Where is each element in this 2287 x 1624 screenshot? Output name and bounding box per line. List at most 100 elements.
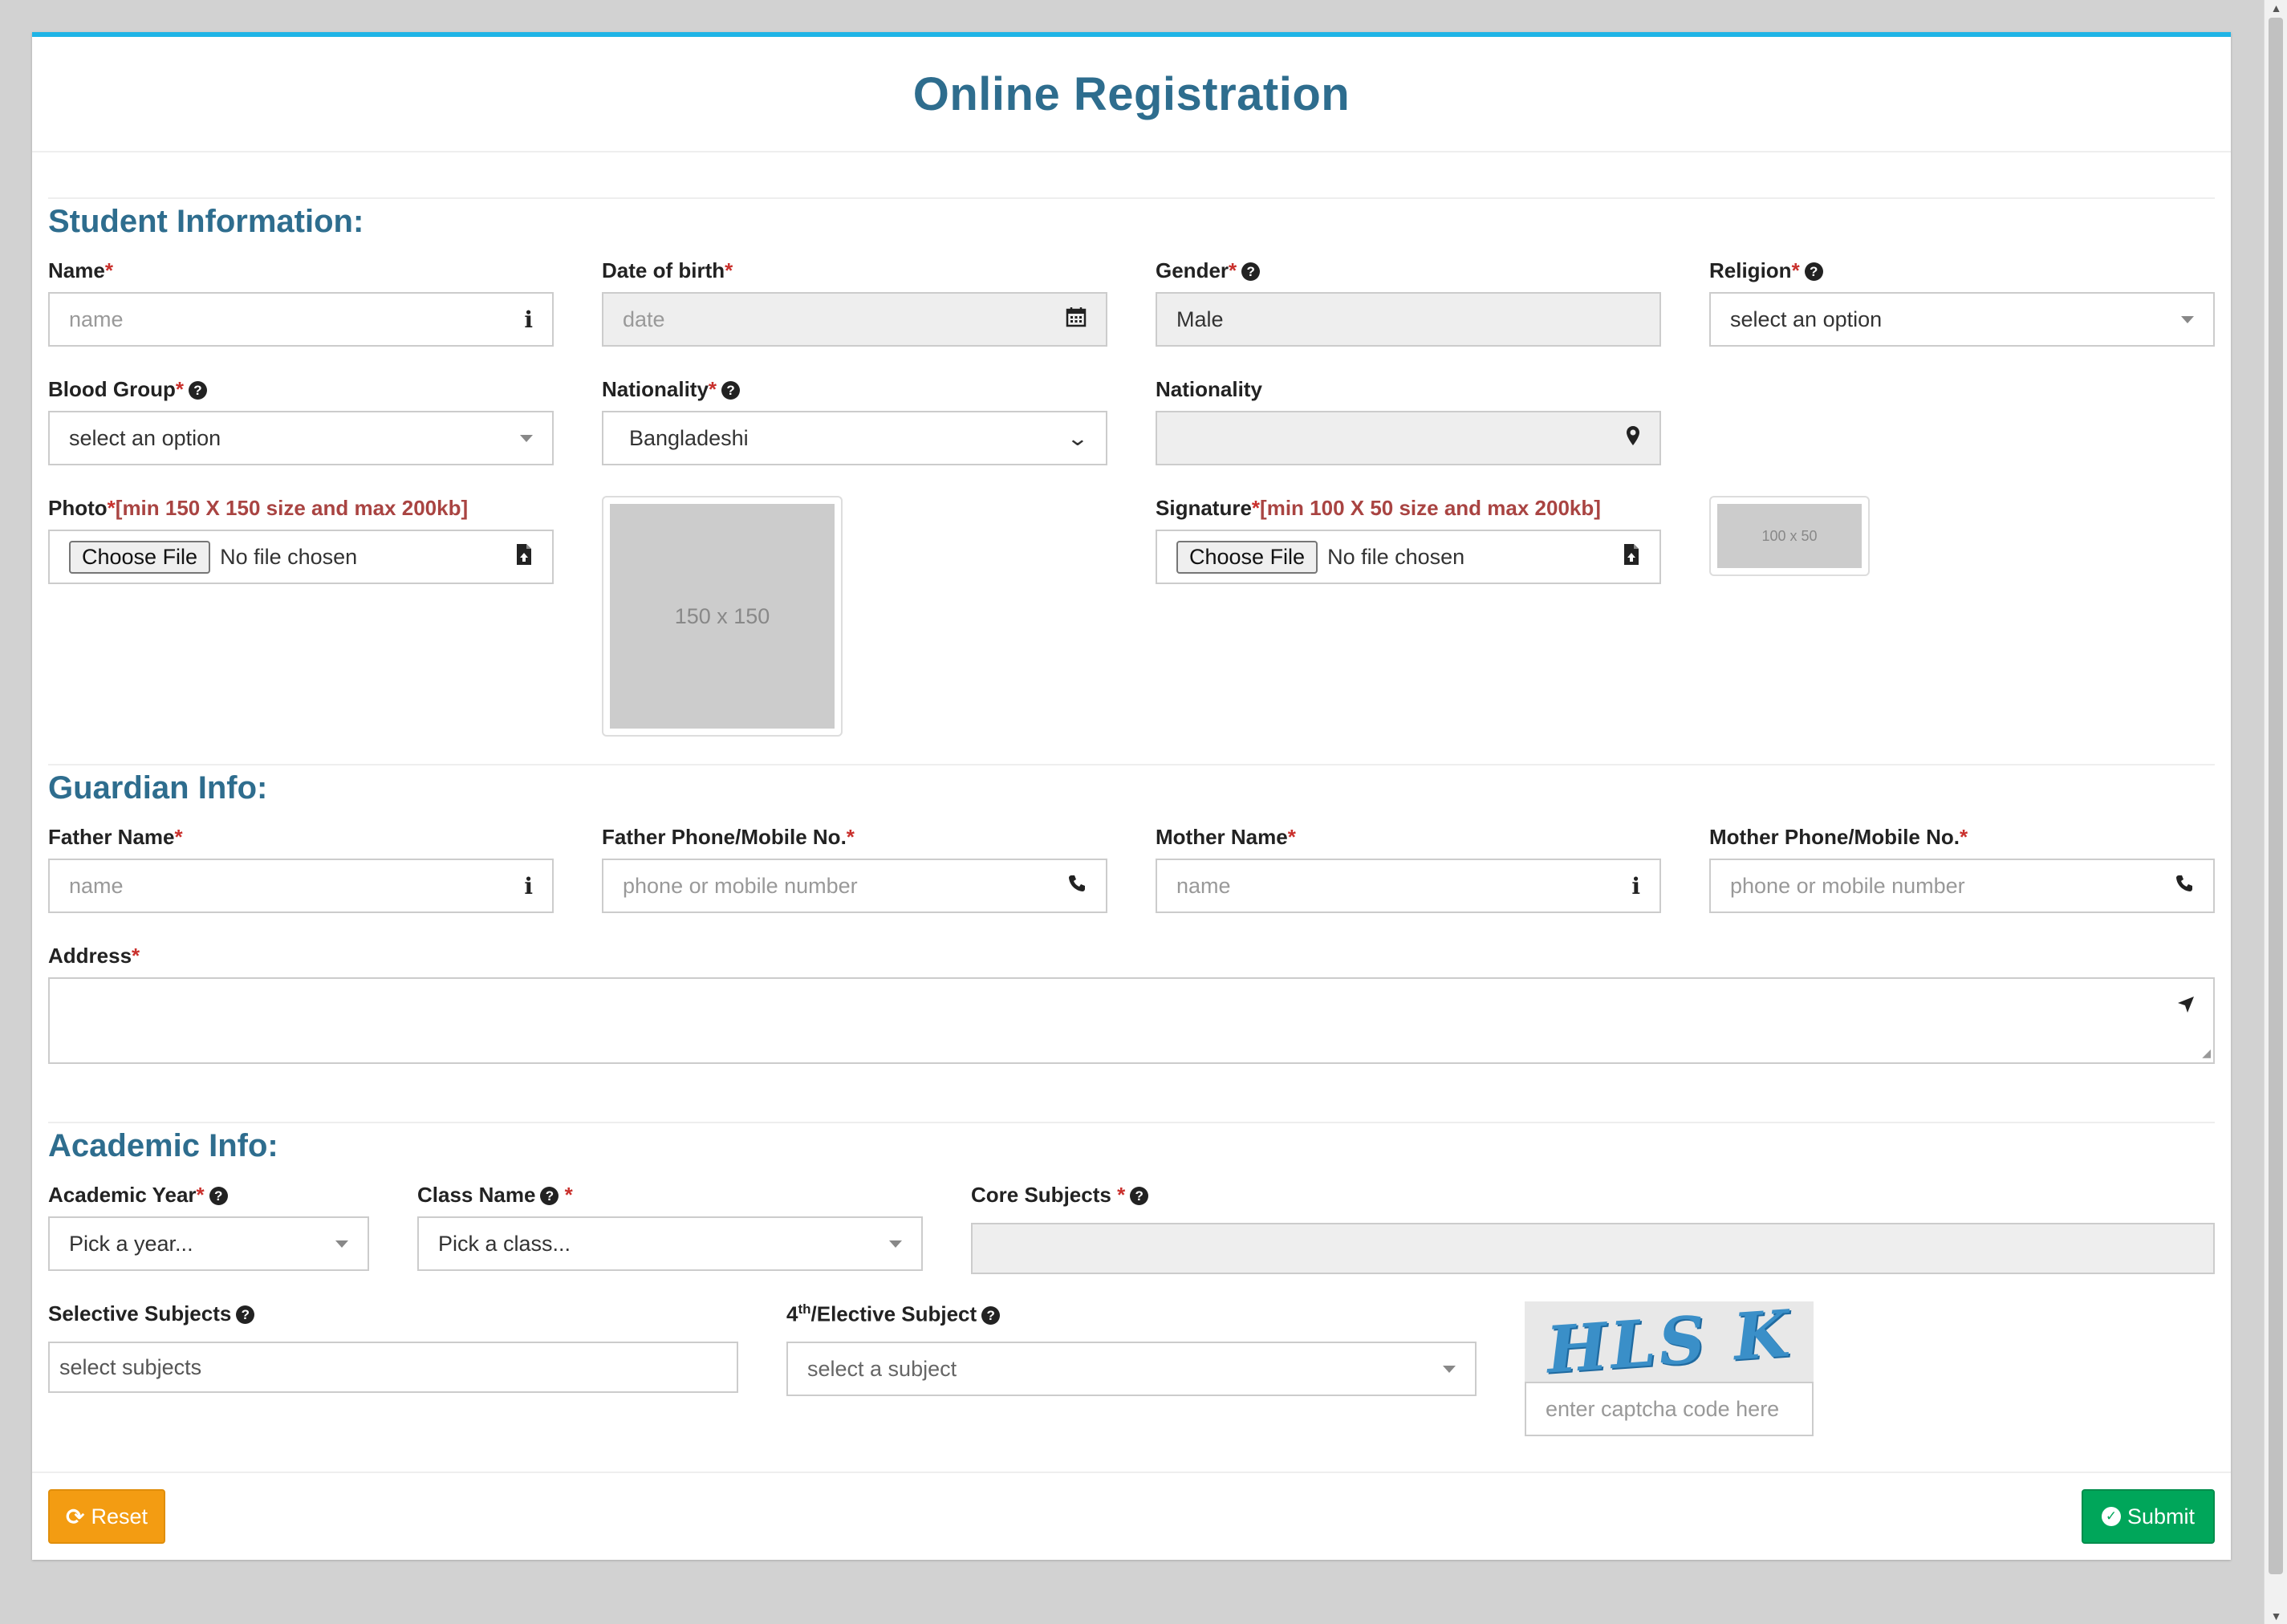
class-name-select[interactable]: Pick a class...: [417, 1216, 923, 1271]
no-file-text: No file chosen: [220, 544, 358, 569]
page-scrollbar[interactable]: ▲ ▼: [2264, 0, 2287, 1624]
info-icon: i: [524, 872, 533, 899]
question-circle-icon[interactable]: ?: [1130, 1187, 1149, 1205]
gender-select[interactable]: Male: [1156, 292, 1661, 347]
phone-icon: [2175, 873, 2194, 899]
question-circle-icon[interactable]: ?: [981, 1305, 1001, 1325]
reset-button[interactable]: ⟳ Reset: [48, 1489, 165, 1544]
no-file-text: No file chosen: [1327, 544, 1465, 569]
photo-file-input[interactable]: Choose File No file chosen: [48, 530, 554, 584]
class-name-label: Class Name? *: [417, 1183, 573, 1207]
registration-panel: Online Registration Student Information:…: [32, 32, 2231, 1560]
captcha-image: HLS K: [1525, 1295, 1814, 1388]
footer-divider: [32, 1472, 2231, 1473]
selective-subjects-input[interactable]: select subjects: [48, 1342, 738, 1393]
phone-icon: [1067, 873, 1087, 899]
scroll-up-icon[interactable]: ▲: [2265, 0, 2287, 16]
scroll-down-icon[interactable]: ▼: [2265, 1608, 2287, 1624]
dropdown-caret-icon: [520, 434, 533, 442]
name-label: Name*: [48, 258, 113, 282]
location-arrow-icon: [2176, 995, 2196, 1020]
academic-year-value: Pick a year...: [69, 1231, 193, 1256]
mother-phone-label: Mother Phone/Mobile No.*: [1709, 825, 1968, 849]
captcha-input[interactable]: enter captcha code here: [1525, 1382, 1814, 1436]
check-circle-icon: ✓: [2101, 1507, 2121, 1526]
mother-name-placeholder: name: [1176, 873, 1231, 898]
submit-label: Submit: [2127, 1504, 2196, 1529]
photo-placeholder-text: 150 x 150: [610, 504, 835, 729]
signature-file-input[interactable]: Choose File No file chosen: [1156, 530, 1661, 584]
mother-name-input[interactable]: name i: [1156, 859, 1661, 913]
resize-handle-icon[interactable]: ◢: [2202, 1046, 2211, 1060]
page-title: Online Registration: [912, 67, 1351, 120]
chevron-down-icon: ⌄: [1066, 425, 1090, 450]
class-name-value: Pick a class...: [438, 1231, 571, 1256]
father-phone-label: Father Phone/Mobile No.*: [602, 825, 855, 849]
section-divider: [48, 764, 2215, 765]
section-divider: [48, 1122, 2215, 1123]
core-subjects-label: Core Subjects *?: [971, 1183, 1149, 1208]
religion-label: Religion*?: [1709, 258, 1823, 283]
info-icon: i: [524, 306, 533, 333]
academic-year-select[interactable]: Pick a year...: [48, 1216, 369, 1271]
nationality-label: Nationality*?: [602, 377, 741, 402]
info-icon: i: [1631, 872, 1640, 899]
dob-placeholder: date: [623, 307, 665, 331]
panel-header: Online Registration: [32, 37, 2231, 152]
choose-file-button[interactable]: Choose File: [69, 540, 211, 574]
gender-value: Male: [1176, 307, 1224, 331]
address-textarea[interactable]: ◢: [48, 977, 2215, 1064]
signature-placeholder-text: 100 x 50: [1717, 504, 1862, 568]
dob-input[interactable]: date: [602, 292, 1107, 347]
reset-label: Reset: [91, 1504, 148, 1529]
scrollbar-thumb[interactable]: [2269, 18, 2283, 1574]
question-circle-icon[interactable]: ?: [1241, 262, 1261, 281]
dropdown-caret-icon: [2181, 315, 2194, 323]
blood-group-value: select an option: [69, 425, 221, 450]
name-input[interactable]: name i: [48, 292, 554, 347]
question-circle-icon[interactable]: ?: [236, 1305, 255, 1324]
section-divider: [48, 197, 2215, 199]
question-circle-icon[interactable]: ?: [209, 1187, 228, 1205]
file-upload-icon: [1623, 543, 1640, 571]
blood-group-select[interactable]: select an option: [48, 411, 554, 465]
mother-phone-input[interactable]: phone or mobile number: [1709, 859, 2215, 913]
photo-preview: 150 x 150: [602, 496, 843, 737]
nationality-value: Bangladeshi: [629, 425, 749, 450]
father-phone-input[interactable]: phone or mobile number: [602, 859, 1107, 913]
question-circle-icon[interactable]: ?: [188, 381, 207, 400]
name-placeholder: name: [69, 307, 124, 331]
elective-subject-select[interactable]: select a subject: [786, 1342, 1477, 1396]
map-marker-icon: [1626, 425, 1640, 452]
academic-year-label: Academic Year*?: [48, 1183, 228, 1208]
blood-group-label: Blood Group*?: [48, 377, 207, 402]
elective-subject-label: 4th/Elective Subject?: [786, 1301, 1001, 1327]
religion-select[interactable]: select an option: [1709, 292, 2215, 347]
captcha-text: HLS K: [1543, 1295, 1795, 1388]
nationality-detail-input[interactable]: [1156, 411, 1661, 465]
captcha-placeholder: enter captcha code here: [1546, 1396, 1780, 1421]
choose-file-button[interactable]: Choose File: [1176, 540, 1318, 574]
address-label: Address*: [48, 944, 140, 968]
father-name-placeholder: name: [69, 873, 124, 898]
mother-name-label: Mother Name*: [1156, 825, 1296, 849]
gender-label: Gender*?: [1156, 258, 1261, 283]
calendar-icon: [1066, 307, 1087, 333]
guardian-section-heading: Guardian Info:: [48, 770, 268, 806]
nationality-select[interactable]: Bangladeshi ⌄: [602, 411, 1107, 465]
mother-phone-placeholder: phone or mobile number: [1730, 873, 1965, 898]
nationality-detail-label: Nationality: [1156, 377, 1262, 401]
question-circle-icon[interactable]: ?: [721, 381, 741, 400]
submit-button[interactable]: ✓ Submit: [2082, 1489, 2215, 1544]
core-subjects-input[interactable]: [971, 1223, 2215, 1274]
dropdown-caret-icon: [1443, 1365, 1456, 1373]
father-name-input[interactable]: name i: [48, 859, 554, 913]
signature-preview: 100 x 50: [1709, 496, 1870, 576]
question-circle-icon[interactable]: ?: [1804, 262, 1823, 281]
father-name-label: Father Name*: [48, 825, 183, 849]
signature-label: Signature*[min 100 X 50 size and max 200…: [1156, 496, 1601, 520]
selective-subjects-label: Selective Subjects?: [48, 1301, 255, 1326]
photo-label: Photo*[min 150 X 150 size and max 200kb]: [48, 496, 469, 520]
refresh-icon: ⟳: [65, 1504, 85, 1529]
question-circle-icon[interactable]: ?: [540, 1187, 559, 1205]
